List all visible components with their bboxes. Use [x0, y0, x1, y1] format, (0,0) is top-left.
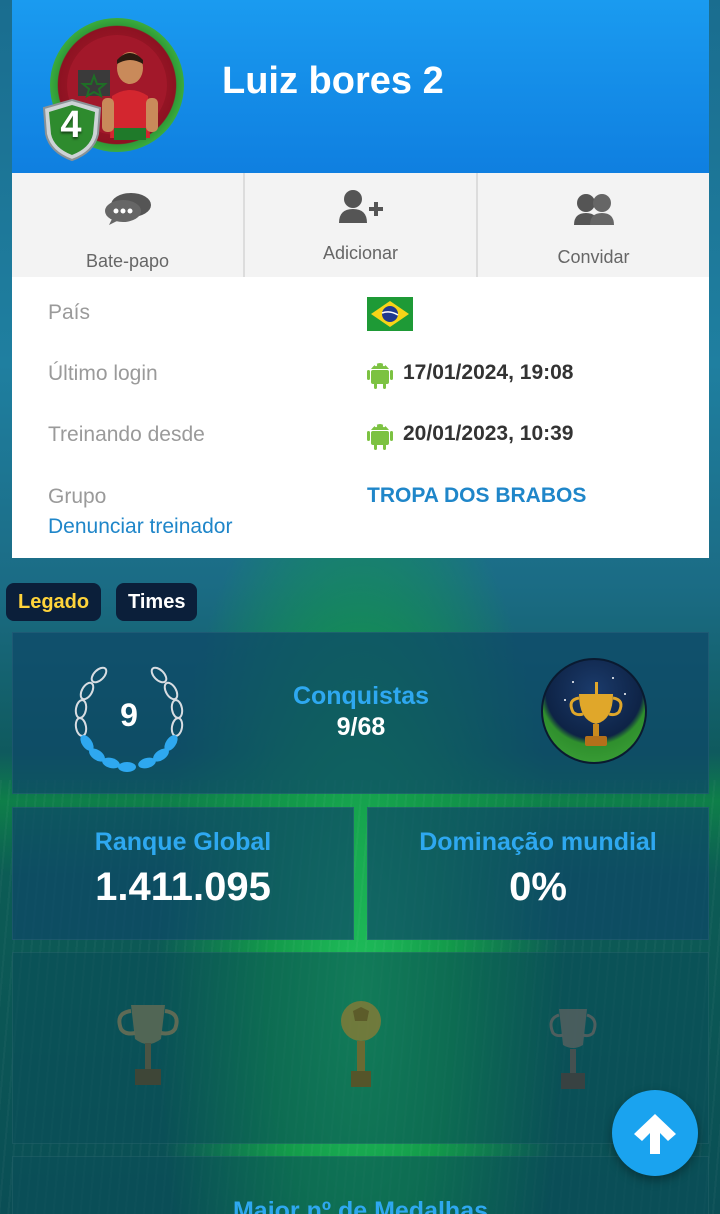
chat-button[interactable]: Bate-papo	[12, 173, 245, 277]
last-login-row: 17/01/2024, 19:08	[367, 357, 573, 389]
world-domination-panel[interactable]: Dominação mundial 0%	[367, 807, 709, 940]
scroll-to-top-button[interactable]	[612, 1090, 698, 1176]
last-login-label: Último login	[48, 362, 158, 385]
add-friend-button[interactable]: Adicionar	[245, 173, 478, 277]
trophy-silver-icon	[549, 1009, 597, 1089]
country-value	[367, 297, 413, 331]
android-icon	[367, 363, 393, 389]
profile-info-card: País Último login 17/01/2024, 19:08 Trei…	[12, 277, 709, 558]
training-since-row: 20/01/2023, 10:39	[367, 418, 573, 450]
global-rank-label: Ranque Global	[94, 828, 272, 856]
invite-button[interactable]: Convidar	[478, 173, 709, 277]
achievements-title: Conquistas	[292, 682, 430, 710]
achievements-panel[interactable]: 9 Conquistas 9/68	[12, 632, 709, 794]
trophy-ball-icon	[341, 1001, 381, 1087]
arrow-up-icon	[634, 1114, 676, 1154]
global-rank-value: 1.411.095	[95, 865, 271, 909]
tab-legado[interactable]: Legado	[6, 583, 102, 621]
achievement-level: 9	[120, 697, 138, 733]
global-rank-panel[interactable]: Ranque Global 1.411.095	[12, 807, 354, 940]
last-login-value: 17/01/2024, 19:08	[403, 361, 574, 384]
player-name: Luiz bores 2	[222, 60, 444, 102]
add-friend-icon	[338, 190, 383, 223]
tab-times[interactable]: Times	[116, 583, 198, 621]
gold-cup-icon	[564, 677, 626, 746]
action-bar: Bate-papo Adicionar Convidar	[12, 173, 709, 277]
android-icon	[367, 424, 393, 450]
country-label: País	[48, 301, 91, 324]
trophies-panel[interactable]	[12, 952, 709, 1144]
group-label: Grupo	[48, 485, 107, 508]
world-domination-label: Dominação mundial	[419, 828, 657, 856]
level-number: 4	[60, 104, 82, 146]
invite-icon	[573, 194, 614, 225]
medals-panel[interactable]: Maior nº de Medalhas	[12, 1156, 709, 1214]
add-friend-label: Adicionar	[322, 243, 399, 263]
training-since-label: Treinando desde	[48, 423, 205, 446]
world-domination-value: 0%	[509, 865, 567, 909]
report-coach-link[interactable]: Denunciar treinador	[48, 515, 232, 539]
medals-title: Maior nº de Medalhas	[232, 1197, 489, 1214]
invite-label: Convidar	[557, 247, 630, 267]
group-link[interactable]: TROPA DOS BRABOS	[367, 484, 586, 508]
brazil-flag-icon	[367, 297, 413, 331]
trophy-badge	[541, 658, 647, 764]
training-since-value: 20/01/2023, 10:39	[403, 422, 574, 445]
chat-icon	[104, 193, 151, 225]
chat-label: Bate-papo	[85, 251, 170, 271]
trophy-cup-icon	[117, 1005, 179, 1085]
achievements-count: 9/68	[336, 713, 386, 741]
